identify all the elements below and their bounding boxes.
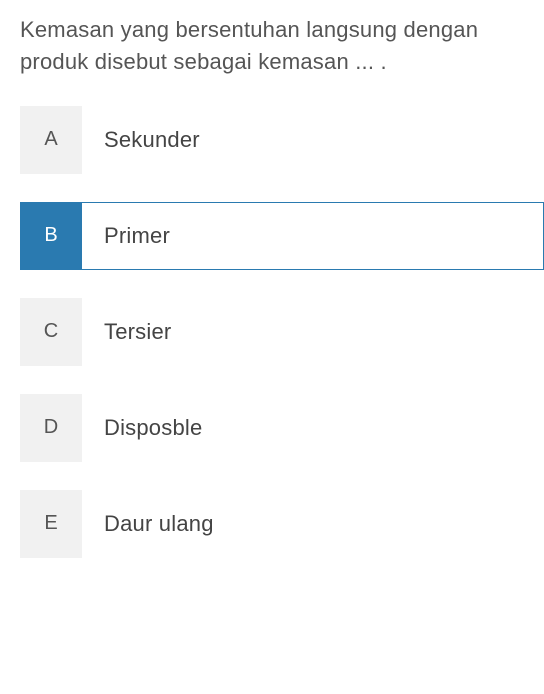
option-label: Sekunder	[82, 106, 544, 174]
option-e[interactable]: E Daur ulang	[20, 490, 544, 558]
option-letter: E	[20, 490, 82, 558]
option-a[interactable]: A Sekunder	[20, 106, 544, 174]
option-label: Tersier	[82, 298, 544, 366]
option-letter: C	[20, 298, 82, 366]
option-label: Disposble	[82, 394, 544, 462]
option-letter: A	[20, 106, 82, 174]
option-d[interactable]: D Disposble	[20, 394, 544, 462]
option-letter: B	[20, 202, 82, 270]
option-label: Primer	[82, 202, 544, 270]
question-text: Kemasan yang bersentuhan langsung dengan…	[20, 14, 544, 78]
options-list: A Sekunder B Primer C Tersier D Disposbl…	[20, 106, 544, 558]
option-b[interactable]: B Primer	[20, 202, 544, 270]
option-c[interactable]: C Tersier	[20, 298, 544, 366]
option-letter: D	[20, 394, 82, 462]
option-label: Daur ulang	[82, 490, 544, 558]
